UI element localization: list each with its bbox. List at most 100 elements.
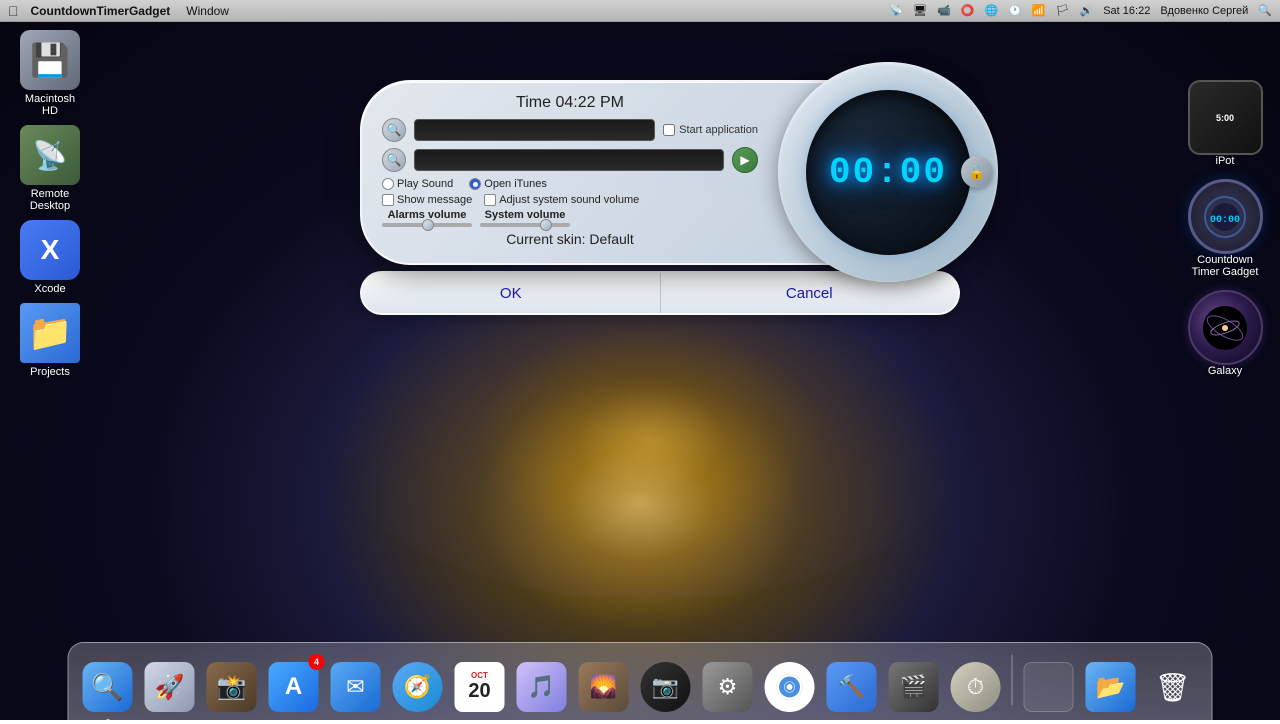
iphoto-icon: 🌄	[579, 662, 629, 712]
timer-time-display: 00:00	[829, 152, 947, 193]
sidebar-item-macintosh-hd[interactable]: 💾 MacintoshHD	[10, 30, 90, 117]
dock-launchpad[interactable]: 🚀	[141, 658, 199, 716]
xcode-icon: X	[20, 220, 80, 280]
volume-icon: 🔊	[1080, 4, 1094, 17]
play-sound-option[interactable]: Play Sound	[382, 178, 453, 190]
dock-screenshot[interactable]: 📷	[637, 658, 695, 716]
lock-icon[interactable]: 🔒	[961, 156, 993, 188]
dock-mail[interactable]: ✉	[327, 658, 385, 716]
open-itunes-option[interactable]: Open iTunes	[469, 178, 547, 190]
dock-chrome[interactable]	[761, 658, 819, 716]
skin-label: Current skin: Default	[382, 231, 758, 247]
appstore-icon: A	[269, 662, 319, 712]
screenshot-icon: 📷	[641, 662, 691, 712]
ok-button[interactable]: OK	[362, 273, 661, 313]
dock-xcode2[interactable]: 🔨	[823, 658, 881, 716]
system-volume-slider[interactable]	[480, 223, 570, 227]
app-input-1[interactable]	[414, 119, 655, 141]
alarms-volume-thumb[interactable]	[422, 219, 434, 231]
desktop:  CountdownTimerGadget Window 📡 🖥 📹 ⭕ 🌐 …	[0, 0, 1280, 720]
sidebar-item-xcode[interactable]: X Xcode	[10, 220, 90, 295]
countdown-svg: 00:00	[1200, 192, 1250, 242]
ipot-icon: 5:00	[1188, 80, 1263, 155]
sysprefs-icon: ⚙	[703, 662, 753, 712]
film-icon: 🎬	[889, 662, 939, 712]
wifi-icon: 📡	[889, 4, 903, 17]
dock-finder2[interactable]: 📂	[1082, 658, 1140, 716]
projects-label: Projects	[30, 366, 70, 378]
search-menu-icon[interactable]: 🔍	[1258, 4, 1272, 17]
play-button[interactable]: ▶	[732, 147, 758, 173]
power-icon: ⭕	[961, 4, 975, 17]
dock-sysprefs[interactable]: ⚙	[699, 658, 757, 716]
dock-safari[interactable]: 🧭	[389, 658, 447, 716]
photobooth-icon: 📸	[207, 662, 257, 712]
timer-circle-container: 00:00 🔒	[778, 62, 998, 282]
video-icon: 📹	[937, 4, 951, 17]
flag-icon: 🏳	[1056, 4, 1070, 17]
start-app-checkbox[interactable]	[663, 124, 675, 136]
open-itunes-radio[interactable]	[469, 178, 481, 190]
form-row-2: 🔍 ▶	[382, 147, 758, 173]
clock-icon: 🕐	[1008, 4, 1022, 17]
xcode-label: Xcode	[34, 283, 65, 295]
sidebar-item-projects[interactable]: 📁 Projects	[10, 303, 90, 378]
search-btn-2[interactable]: 🔍	[382, 148, 406, 172]
wifi-signal: 📶	[1032, 4, 1046, 17]
ipot-widget[interactable]: 5:00 iPot	[1180, 80, 1270, 167]
alarms-volume-slider[interactable]	[382, 223, 472, 227]
dock: 🔍 🚀 📸 A 4 ✉ 🧭 OCT 20	[68, 642, 1213, 720]
dock-film[interactable]: 🎬	[885, 658, 943, 716]
countdown-timer-widget[interactable]: 00:00 CountdownTimer Gadget	[1180, 179, 1270, 278]
dock-blank1	[1020, 658, 1078, 716]
countdown-label: CountdownTimer Gadget	[1192, 254, 1259, 278]
start-app-checkbox-row: Start application	[663, 124, 758, 136]
countdown-dialog: 00:00 🔒 Time 04:22 PM 🔍 Start applicatio…	[360, 80, 960, 315]
mail-icon: ✉	[331, 662, 381, 712]
adjust-volume-opt[interactable]: Adjust system sound volume	[484, 194, 639, 206]
projects-folder-icon: 📁	[20, 303, 80, 363]
menu-time: Sat 16:22	[1103, 5, 1150, 17]
dock-timemachine[interactable]: ⏱	[947, 658, 1005, 716]
dock-finder[interactable]: 🔍	[79, 658, 137, 716]
dock-appstore[interactable]: A 4	[265, 658, 323, 716]
trash-icon: 🗑	[1148, 662, 1198, 712]
timemachine-icon: ⏱	[951, 662, 1001, 712]
system-volume-group: System volume	[480, 209, 570, 227]
dock-trash[interactable]: 🗑	[1144, 658, 1202, 716]
apple-menu[interactable]: 	[8, 3, 19, 19]
chrome-svg	[776, 673, 804, 701]
timer-outer-ring: 00:00 🔒	[778, 62, 998, 282]
show-message-checkbox[interactable]	[382, 194, 394, 206]
macintosh-hd-label: MacintoshHD	[25, 93, 75, 117]
play-sound-radio[interactable]	[382, 178, 394, 190]
system-volume-thumb[interactable]	[540, 219, 552, 231]
form-row-1: 🔍 Start application	[382, 118, 758, 142]
svg-text:00:00: 00:00	[1210, 215, 1240, 226]
ipot-label: iPot	[1216, 155, 1235, 167]
macintosh-hd-icon: 💾	[20, 30, 80, 90]
dock-iphoto[interactable]: 🌄	[575, 658, 633, 716]
alarms-volume-group: Alarms volume	[382, 209, 472, 227]
ipot-time-display: 5:00	[1216, 113, 1234, 123]
sound-options: Play Sound Open iTunes	[382, 178, 758, 190]
adjust-volume-label: Adjust system sound volume	[499, 194, 639, 206]
search-btn-1[interactable]: 🔍	[382, 118, 406, 142]
app-name: CountdownTimerGadget	[31, 4, 171, 18]
start-app-label: Start application	[679, 124, 758, 136]
dock-itunes[interactable]: 🎵	[513, 658, 571, 716]
sidebar-item-remote-desktop[interactable]: 📡 RemoteDesktop	[10, 125, 90, 212]
launchpad-icon: 🚀	[145, 662, 195, 712]
app-input-2[interactable]	[414, 149, 724, 171]
right-sidebar: 5:00 iPot 00:00 CountdownTimer Gadget	[1180, 80, 1270, 377]
play-sound-label: Play Sound	[397, 178, 453, 190]
adjust-volume-checkbox[interactable]	[484, 194, 496, 206]
show-message-opt[interactable]: Show message	[382, 194, 472, 206]
menu-window[interactable]: Window	[186, 4, 229, 18]
dock-divider	[1012, 655, 1013, 705]
galaxy-widget[interactable]: Galaxy	[1180, 290, 1270, 377]
globe-icon: 🌐	[984, 4, 998, 17]
system-volume-label: System volume	[485, 209, 566, 221]
dock-photobooth[interactable]: 📸	[203, 658, 261, 716]
dock-calendar[interactable]: OCT 20	[451, 658, 509, 716]
